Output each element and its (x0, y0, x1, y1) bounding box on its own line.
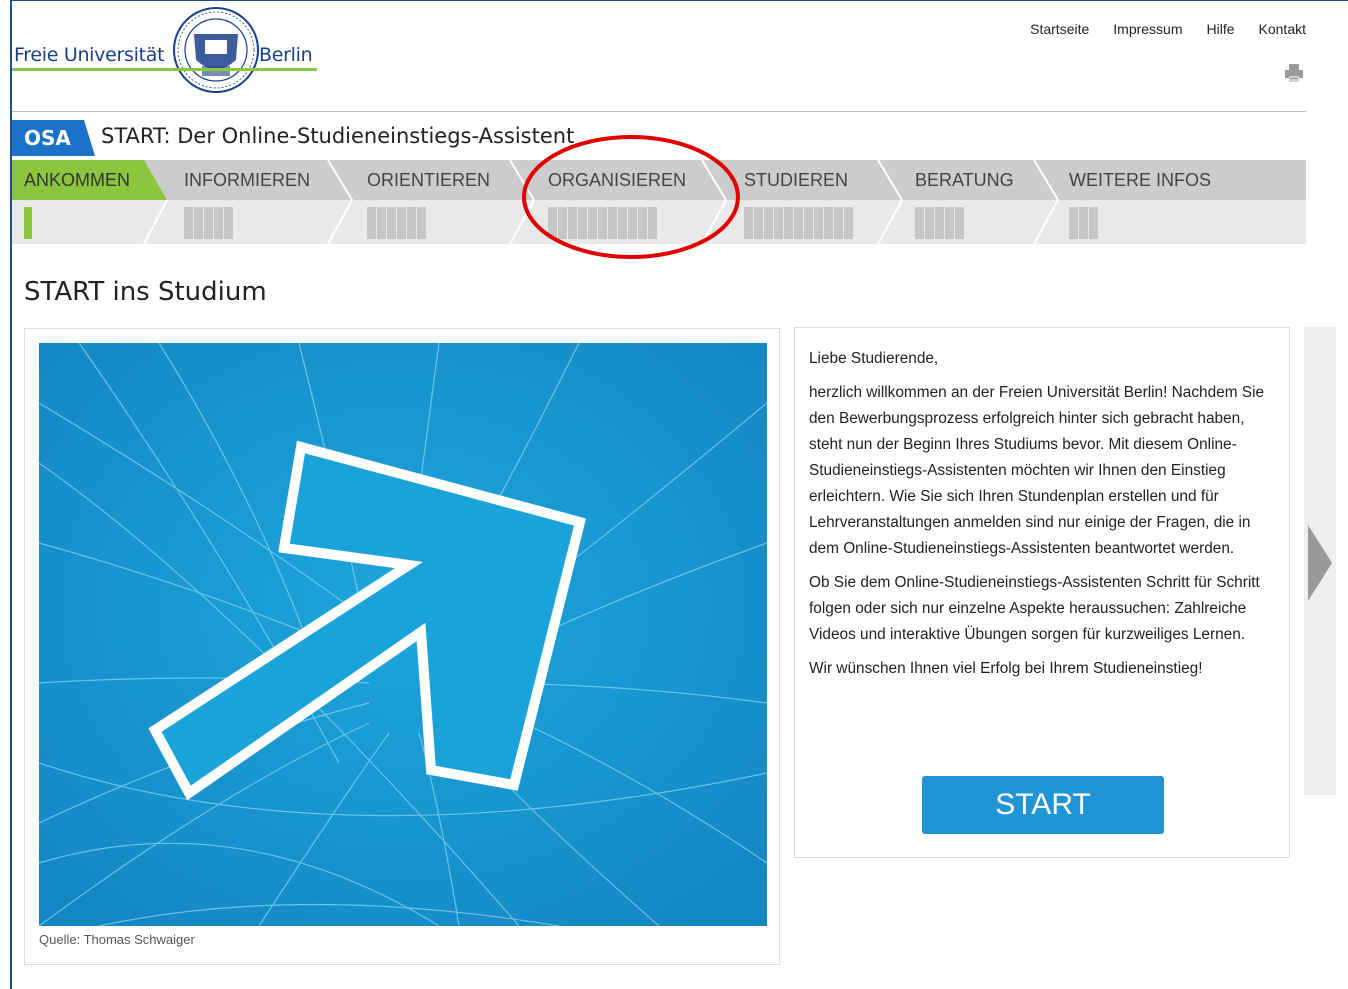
progress-step[interactable] (925, 207, 934, 239)
progress-step[interactable] (834, 207, 843, 239)
progress-step[interactable] (794, 207, 803, 239)
progress-step[interactable] (194, 207, 203, 239)
progress-step[interactable] (367, 207, 376, 239)
hero-image-panel: Quelle: Thomas Schwaiger (24, 328, 780, 965)
progress-step[interactable] (1089, 207, 1098, 239)
start-button[interactable]: START (922, 776, 1164, 834)
progress-step[interactable] (814, 207, 823, 239)
progress-step[interactable] (945, 207, 954, 239)
progress-step[interactable] (824, 207, 833, 239)
image-caption: Quelle: Thomas Schwaiger (39, 932, 195, 947)
progress-step[interactable] (804, 207, 813, 239)
progress-step[interactable] (224, 207, 233, 239)
chevron-right-icon (1308, 525, 1332, 601)
next-page-button[interactable] (1304, 327, 1336, 795)
annotation-circle (522, 135, 740, 259)
progress-step[interactable] (204, 207, 213, 239)
welcome-text: Liebe Studierende, herzlich willkommen a… (809, 346, 1277, 690)
progress-step[interactable] (754, 207, 763, 239)
progress-step[interactable] (784, 207, 793, 239)
progress-step[interactable] (744, 207, 753, 239)
progress-step[interactable] (844, 207, 853, 239)
progress-step[interactable] (377, 207, 386, 239)
progress-step[interactable] (915, 207, 924, 239)
progress-step[interactable] (214, 207, 223, 239)
progress-step[interactable] (955, 207, 964, 239)
greeting: Liebe Studierende, (809, 350, 939, 367)
hero-arrow-image (39, 343, 767, 926)
progress-step[interactable] (774, 207, 783, 239)
usage-paragraph: Ob Sie dem Online-Studieneinstiegs-Assis… (809, 574, 1260, 643)
progress-step[interactable] (1069, 207, 1078, 239)
welcome-text-panel: Liebe Studierende, herzlich willkommen a… (794, 327, 1290, 858)
progress-step[interactable] (184, 207, 193, 239)
progress-step[interactable] (935, 207, 944, 239)
progress-step[interactable] (407, 207, 416, 239)
progress-step[interactable] (764, 207, 773, 239)
progress-step[interactable] (417, 207, 426, 239)
section-heading: START ins Studium (24, 277, 267, 307)
progress-step[interactable] (387, 207, 396, 239)
closing-paragraph: Wir wünschen Ihnen viel Erfolg bei Ihrem… (809, 660, 1203, 677)
progress-step[interactable] (24, 207, 32, 239)
progress-step[interactable] (1079, 207, 1088, 239)
intro-paragraph: herzlich willkommen an der Freien Univer… (809, 384, 1265, 557)
progress-step[interactable] (397, 207, 406, 239)
